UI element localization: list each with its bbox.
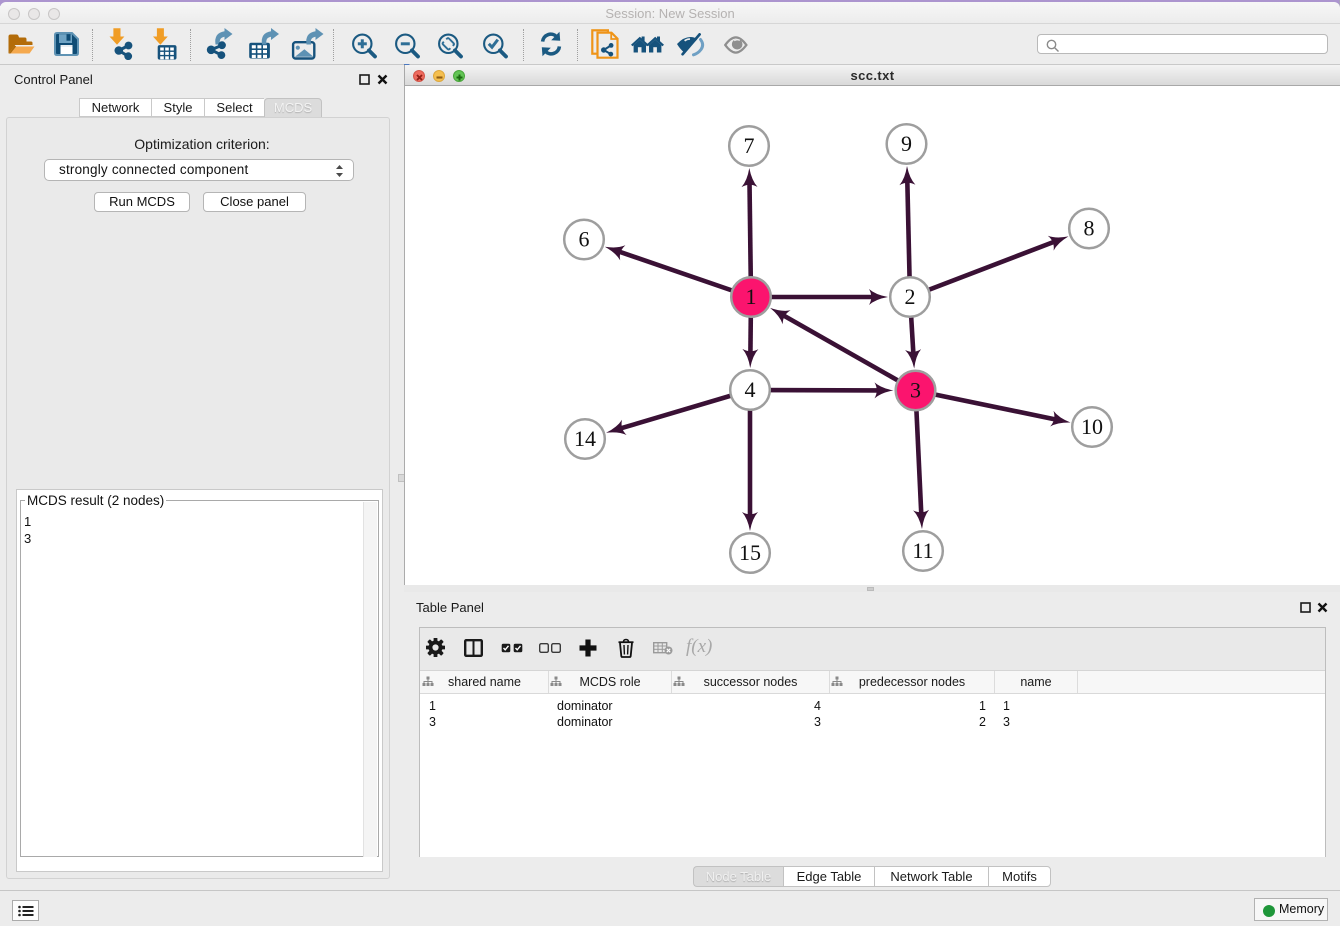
svg-text:9: 9 — [901, 131, 912, 156]
svg-text:1: 1 — [746, 284, 757, 309]
svg-text:4: 4 — [745, 377, 756, 402]
svg-text:8: 8 — [1084, 216, 1095, 241]
svg-text:7: 7 — [744, 133, 755, 158]
svg-text:6: 6 — [579, 227, 590, 252]
svg-text:10: 10 — [1081, 414, 1103, 439]
svg-text:2: 2 — [905, 284, 916, 309]
svg-text:15: 15 — [739, 540, 761, 565]
svg-text:3: 3 — [910, 378, 921, 403]
svg-text:14: 14 — [574, 426, 596, 451]
svg-text:11: 11 — [912, 538, 933, 563]
